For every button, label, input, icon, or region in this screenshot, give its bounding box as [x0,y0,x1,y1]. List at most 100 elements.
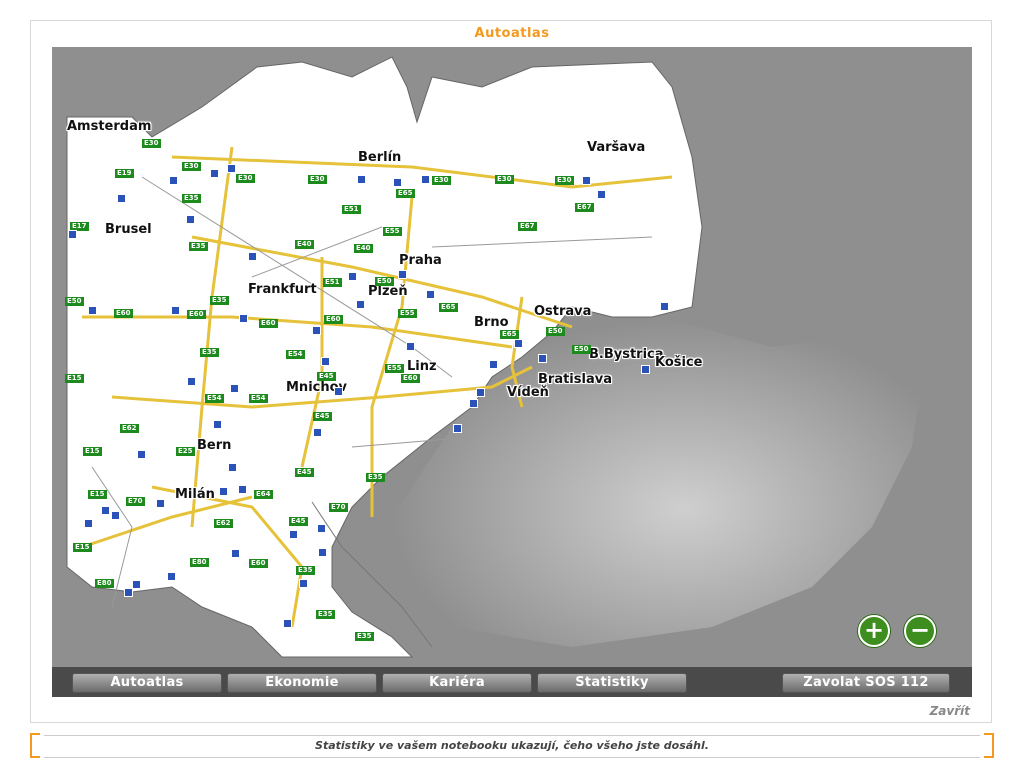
road-badge: E60 [187,310,206,319]
nav-bar: Autoatlas Ekonomie Kariéra Statistiky Za… [52,667,972,697]
fuel-station-icon [219,487,228,496]
road-badge: E50 [65,297,84,306]
close-link[interactable]: Zavřít [930,704,970,718]
fuel-station-icon [582,176,591,185]
zoom-out-button[interactable]: − [904,615,936,647]
fuel-station-icon [227,164,236,173]
fuel-station-icon [348,272,357,281]
fuel-station-icon [393,178,402,187]
road-badge: E30 [308,175,327,184]
road-badge: E55 [383,227,402,236]
fuel-station-icon [124,588,133,597]
city-label: Amsterdam [67,119,152,134]
fuel-station-icon [321,357,330,366]
road-badge: E30 [432,176,451,185]
nav-kariera-button[interactable]: Kariéra [382,673,532,693]
map-canvas [52,47,972,667]
fuel-station-icon [357,175,366,184]
fuel-station-icon [538,354,547,363]
nav-autoatlas-button[interactable]: Autoatlas [72,673,222,693]
city-label: Praha [399,253,442,268]
fuel-station-icon [210,169,219,178]
nav-statistiky-button[interactable]: Statistiky [537,673,687,693]
road-badge: E54 [249,394,268,403]
city-label: Berlín [358,150,402,165]
fuel-station-icon [117,194,126,203]
nav-ekonomie-button[interactable]: Ekonomie [227,673,377,693]
fuel-station-icon [426,290,435,299]
city-label: Brusel [105,222,152,237]
road-badge: E35 [189,242,208,251]
city-label: Plzeň [368,284,408,299]
road-badge: E35 [296,566,315,575]
road-badge: E40 [295,240,314,249]
fuel-station-icon [318,548,327,557]
road-badge: E50 [546,327,565,336]
road-badge: E35 [210,296,229,305]
city-label: Linz [407,359,437,374]
road-badge: E65 [396,189,415,198]
fuel-station-icon [187,377,196,386]
road-badge: E54 [205,394,224,403]
fuel-station-icon [230,384,239,393]
road-badge: E15 [88,490,107,499]
road-badge: E40 [354,244,373,253]
fuel-station-icon [313,428,322,437]
road-badge: E45 [317,372,336,381]
fuel-station-icon [421,175,430,184]
road-badge: E60 [249,559,268,568]
road-badge: E30 [495,175,514,184]
fuel-station-icon [171,306,180,315]
fuel-station-icon [312,326,321,335]
fuel-station-icon [167,572,176,581]
fuel-station-icon [406,342,415,351]
road-badge: E55 [398,309,417,318]
fuel-station-icon [231,549,240,558]
road-badge: E70 [126,497,145,506]
fuel-station-icon [238,485,247,494]
fuel-station-icon [453,424,462,433]
fuel-station-icon [398,270,407,279]
road-badge: E35 [316,610,335,619]
map-view[interactable]: Amsterdam Berlín Varšava Brusel Praha Fr… [52,47,972,667]
status-bar: Statistiky ve vašem notebooku ukazují, č… [30,733,994,760]
road-badge: E35 [366,473,385,482]
road-badge: E65 [439,303,458,312]
road-badge: E51 [323,278,342,287]
road-badge: E50 [375,277,394,286]
road-badge: E62 [120,424,139,433]
fuel-station-icon [169,176,178,185]
road-badge: E30 [182,162,201,171]
road-badge: E30 [142,139,161,148]
road-badge: E80 [190,558,209,567]
zoom-in-button[interactable]: + [858,615,890,647]
city-label: Bratislava [538,372,612,387]
fuel-station-icon [213,420,222,429]
fuel-station-icon [88,306,97,315]
fuel-station-icon [317,524,326,533]
fuel-station-icon [283,619,292,628]
fuel-station-icon [597,190,606,199]
fuel-station-icon [641,365,650,374]
road-badge: E60 [259,319,278,328]
fuel-station-icon [111,511,120,520]
road-badge: E51 [342,205,361,214]
city-label: Milán [175,487,215,502]
road-badge: E54 [286,350,305,359]
city-label: B.Bystrica [589,347,664,362]
city-label: Bern [197,438,232,453]
road-badge: E19 [115,169,134,178]
sos-call-button[interactable]: Zavolat SOS 112 [782,673,950,693]
road-badge: E45 [289,517,308,526]
fuel-station-icon [299,579,308,588]
road-badge: E64 [254,490,273,499]
fuel-station-icon [248,252,257,261]
road-badge: E35 [200,348,219,357]
road-badge: E30 [555,176,574,185]
road-badge: E60 [401,374,420,383]
road-badge: E45 [295,468,314,477]
city-label: Frankfurt [248,282,317,297]
city-label: Varšava [587,140,646,155]
fuel-station-icon [514,339,523,348]
road-badge: E35 [182,194,201,203]
